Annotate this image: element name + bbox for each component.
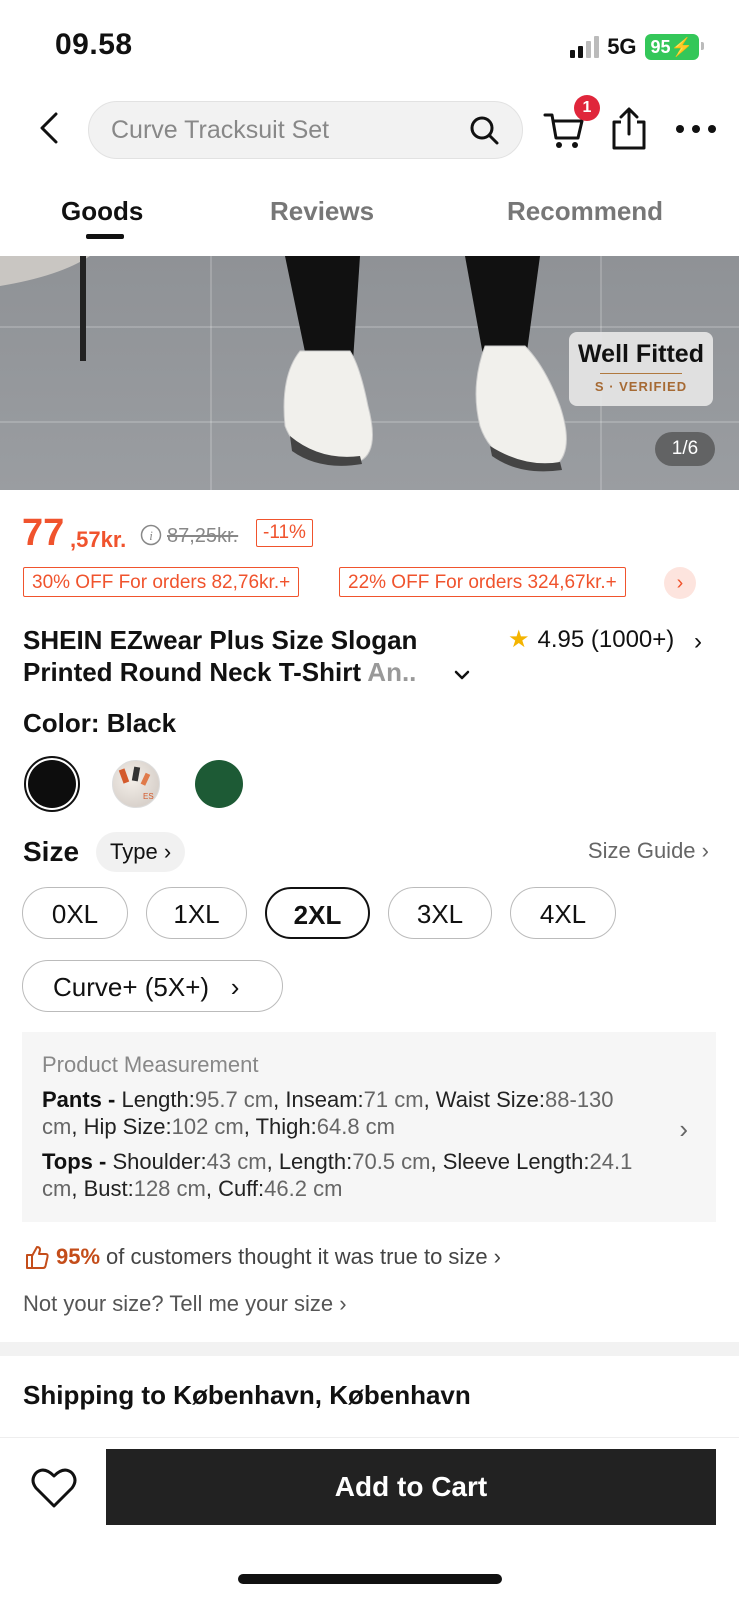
image-counter: 1/6	[655, 432, 715, 466]
size-guide-label: Size Guide	[587, 838, 696, 863]
chevron-right-icon: ›	[493, 1244, 501, 1269]
chevron-right-icon: ›	[216, 972, 240, 1002]
product-title-line2: Printed Round Neck T-Shirt	[23, 657, 368, 687]
size-option-3xl[interactable]: 3XL	[388, 887, 492, 939]
size-option-1xl[interactable]: 1XL	[146, 887, 247, 939]
measure-key: Inseam:	[285, 1087, 364, 1112]
coupons-more-icon[interactable]: ›	[664, 567, 696, 599]
measure-value: 43 cm	[206, 1149, 267, 1174]
tops-label: Tops -	[42, 1149, 113, 1174]
measure-value: 70.5 cm	[352, 1149, 431, 1174]
size-option-2xl[interactable]: 2XL	[265, 887, 370, 939]
true-to-size-info[interactable]: 95% of customers thought it was true to …	[24, 1244, 501, 1270]
chevron-right-icon: ›	[163, 839, 172, 864]
tab-goods[interactable]: Goods	[61, 196, 143, 227]
measure-key: Bust:	[83, 1176, 134, 1201]
size-guide-link[interactable]: Size Guide ›	[588, 838, 709, 864]
product-title-line1: SHEIN EZwear Plus Size Slogan	[23, 625, 418, 655]
badge-divider	[600, 373, 682, 374]
active-tab-indicator	[86, 234, 124, 239]
verified-label: S · VERIFIED	[594, 379, 688, 394]
measure-value: 128 cm	[133, 1176, 206, 1201]
original-price: 87,25kr.	[167, 525, 239, 547]
well-fitted-badge: Well Fitted S · VERIFIED	[569, 332, 713, 406]
info-icon[interactable]: i	[140, 524, 162, 546]
shipping-destination[interactable]: Shipping to København, København	[23, 1380, 471, 1411]
measure-key: Sleeve Length:	[442, 1149, 590, 1174]
pants-measurements: Pants - Length:95.7 cm, Inseam:71 cm, Wa…	[42, 1087, 614, 1139]
tab-recommend[interactable]: Recommend	[507, 196, 663, 227]
chevron-down-icon[interactable]	[452, 665, 472, 685]
measure-key: Shoulder:	[112, 1149, 207, 1174]
status-time: 09.58	[55, 28, 133, 61]
measure-value: 64.8 cm	[316, 1114, 396, 1139]
price-decimal: ,57kr.	[70, 527, 127, 552]
measure-value: 71 cm	[363, 1087, 424, 1112]
wishlist-heart-icon[interactable]	[30, 1466, 78, 1510]
discount-badge: -11%	[256, 519, 313, 547]
thumbs-up-icon	[26, 1246, 49, 1269]
network-label: 5G	[607, 34, 637, 59]
curve-plus-size-button[interactable]: Curve+ (5X+) ›	[22, 960, 283, 1012]
size-option-0xl[interactable]: 0XL	[22, 887, 128, 939]
not-your-size-text: Not your size? Tell me your size	[23, 1291, 334, 1316]
signal-icon	[570, 36, 600, 58]
svg-text:i: i	[149, 528, 153, 543]
measure-key: Thigh:	[255, 1114, 317, 1139]
swatch-print[interactable]: ES	[112, 760, 160, 808]
measure-value: 46.2 cm	[264, 1176, 343, 1201]
coupon-1[interactable]: 30% OFF For orders 82,76kr.+	[23, 567, 300, 597]
product-title-truncated: An..	[367, 657, 417, 687]
price-whole: 77	[22, 512, 65, 554]
size-type-label: Type	[110, 839, 158, 864]
chevron-right-icon: ›	[701, 838, 709, 863]
search-bar[interactable]: Curve Tracksuit Set	[88, 101, 523, 159]
share-icon[interactable]	[606, 106, 652, 152]
size-option-4xl[interactable]: 4XL	[510, 887, 616, 939]
measurement-chevron-icon[interactable]: ›	[679, 1114, 688, 1145]
home-indicator	[238, 1574, 502, 1584]
size-label: Size	[23, 836, 80, 867]
product-title[interactable]: SHEIN EZwear Plus Size Slogan Printed Ro…	[23, 624, 493, 688]
well-fitted-title: Well Fitted	[578, 340, 704, 368]
tab-reviews[interactable]: Reviews	[270, 196, 374, 227]
battery-level: 95	[650, 37, 671, 57]
measure-value: 102 cm	[171, 1114, 244, 1139]
swatch-black[interactable]	[28, 760, 76, 808]
curve-plus-label: Curve+ (5X+)	[53, 972, 210, 1002]
search-icon[interactable]	[468, 114, 500, 146]
measure-value: 95.7 cm	[194, 1087, 274, 1112]
product-rating[interactable]: ★ 4.95 (1000+)	[508, 625, 674, 654]
cart-count-badge: 1	[574, 95, 600, 121]
rating-value: 4.95 (1000+)	[537, 625, 675, 653]
section-divider	[0, 1342, 739, 1356]
status-indicators: 5G 95⚡	[570, 34, 705, 60]
not-your-size-link[interactable]: Not your size? Tell me your size ›	[23, 1291, 347, 1317]
back-icon[interactable]	[30, 108, 70, 148]
size-type-selector[interactable]: Type ›	[96, 832, 186, 872]
true-to-size-text: of customers thought it was true to size	[106, 1244, 488, 1269]
pants-label: Pants -	[42, 1087, 122, 1112]
coupon-2[interactable]: 22% OFF For orders 324,67kr.+	[339, 567, 626, 597]
measure-key: Cuff:	[218, 1176, 265, 1201]
print-pattern-icon: ES	[118, 766, 154, 801]
chevron-right-icon: ›	[339, 1291, 347, 1316]
color-label: Color: Black	[23, 708, 177, 738]
product-measurement-panel[interactable]: Product Measurement Pants - Length:95.7 …	[22, 1032, 716, 1222]
measure-key: Waist Size:	[435, 1087, 546, 1112]
measure-key: Hip Size:	[83, 1114, 172, 1139]
measurement-title: Product Measurement	[42, 1052, 259, 1077]
measure-key: Length:	[121, 1087, 195, 1112]
star-icon: ★	[508, 626, 530, 653]
search-input[interactable]: Curve Tracksuit Set	[111, 116, 468, 145]
true-to-size-percent: 95%	[56, 1244, 101, 1269]
rating-chevron-icon[interactable]: ›	[694, 628, 702, 656]
tops-measurements: Tops - Shoulder:43 cm, Length:70.5 cm, S…	[42, 1149, 633, 1201]
svg-text:ES: ES	[143, 792, 154, 801]
add-to-cart-button[interactable]: Add to Cart	[106, 1449, 716, 1525]
swatch-green[interactable]	[195, 760, 243, 808]
battery-icon: 95⚡	[644, 34, 705, 60]
measure-key: Length:	[278, 1149, 353, 1174]
more-options-icon[interactable]	[672, 113, 720, 145]
